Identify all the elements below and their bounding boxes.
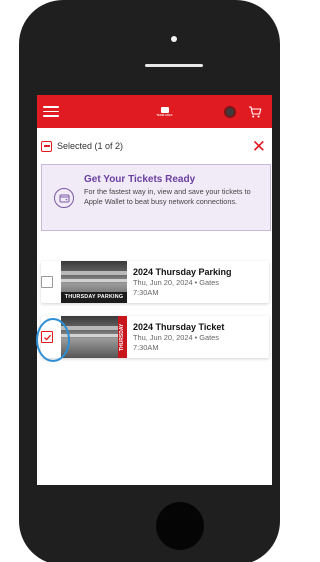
- highlight-ring: [36, 318, 70, 362]
- ticket-date: Thu, Jun 20, 2024 • Gates 7:30AM: [133, 278, 219, 297]
- selection-count-label: Selected (1 of 2): [57, 141, 124, 151]
- home-button[interactable]: [156, 502, 204, 550]
- avatar[interactable]: [224, 105, 236, 118]
- promo-body: For the fastest way in, view and save yo…: [84, 187, 251, 207]
- wallet-promo-banner: Get Your Tickets Ready For the fastest w…: [41, 164, 271, 231]
- selection-bar: Selected (1 of 2) ✕: [37, 128, 272, 164]
- thumbnail-banner: THURSDAY PARKING: [61, 292, 127, 303]
- promo-title: Get Your Tickets Ready: [84, 174, 196, 185]
- close-icon[interactable]: ✕: [252, 138, 266, 155]
- front-camera: [171, 36, 177, 42]
- thumbnail-banner: THURSDAY: [118, 316, 127, 358]
- ticket-date: Thu, Jun 20, 2024 • Gates 7:30AM: [133, 333, 219, 352]
- ticket-checkbox-parking[interactable]: [41, 276, 53, 288]
- ticket-card-parking[interactable]: THURSDAY PARKING 2024 Thursday Parking T…: [41, 261, 269, 303]
- ticket-thumbnail: THURSDAY PARKING: [61, 261, 127, 303]
- ticket-card-thursday[interactable]: THURSDAY 2024 Thursday Ticket Thu, Jun 2…: [41, 316, 269, 358]
- ticket-title: 2024 Thursday Ticket: [133, 322, 225, 333]
- cart-icon[interactable]: [248, 105, 262, 119]
- deselect-all-checkbox[interactable]: [41, 140, 52, 152]
- earpiece-speaker: [145, 64, 203, 67]
- team-logo[interactable]: TEAM LOGO: [155, 105, 174, 119]
- app-screen: TEAM LOGO Selected (1 of 2) ✕ Get Your T…: [37, 95, 272, 485]
- wallet-icon: [54, 188, 74, 208]
- ticket-thumbnail: THURSDAY: [61, 316, 127, 358]
- hamburger-icon[interactable]: [43, 106, 59, 117]
- ticket-title: 2024 Thursday Parking: [133, 267, 232, 278]
- top-nav-bar: TEAM LOGO: [37, 95, 272, 128]
